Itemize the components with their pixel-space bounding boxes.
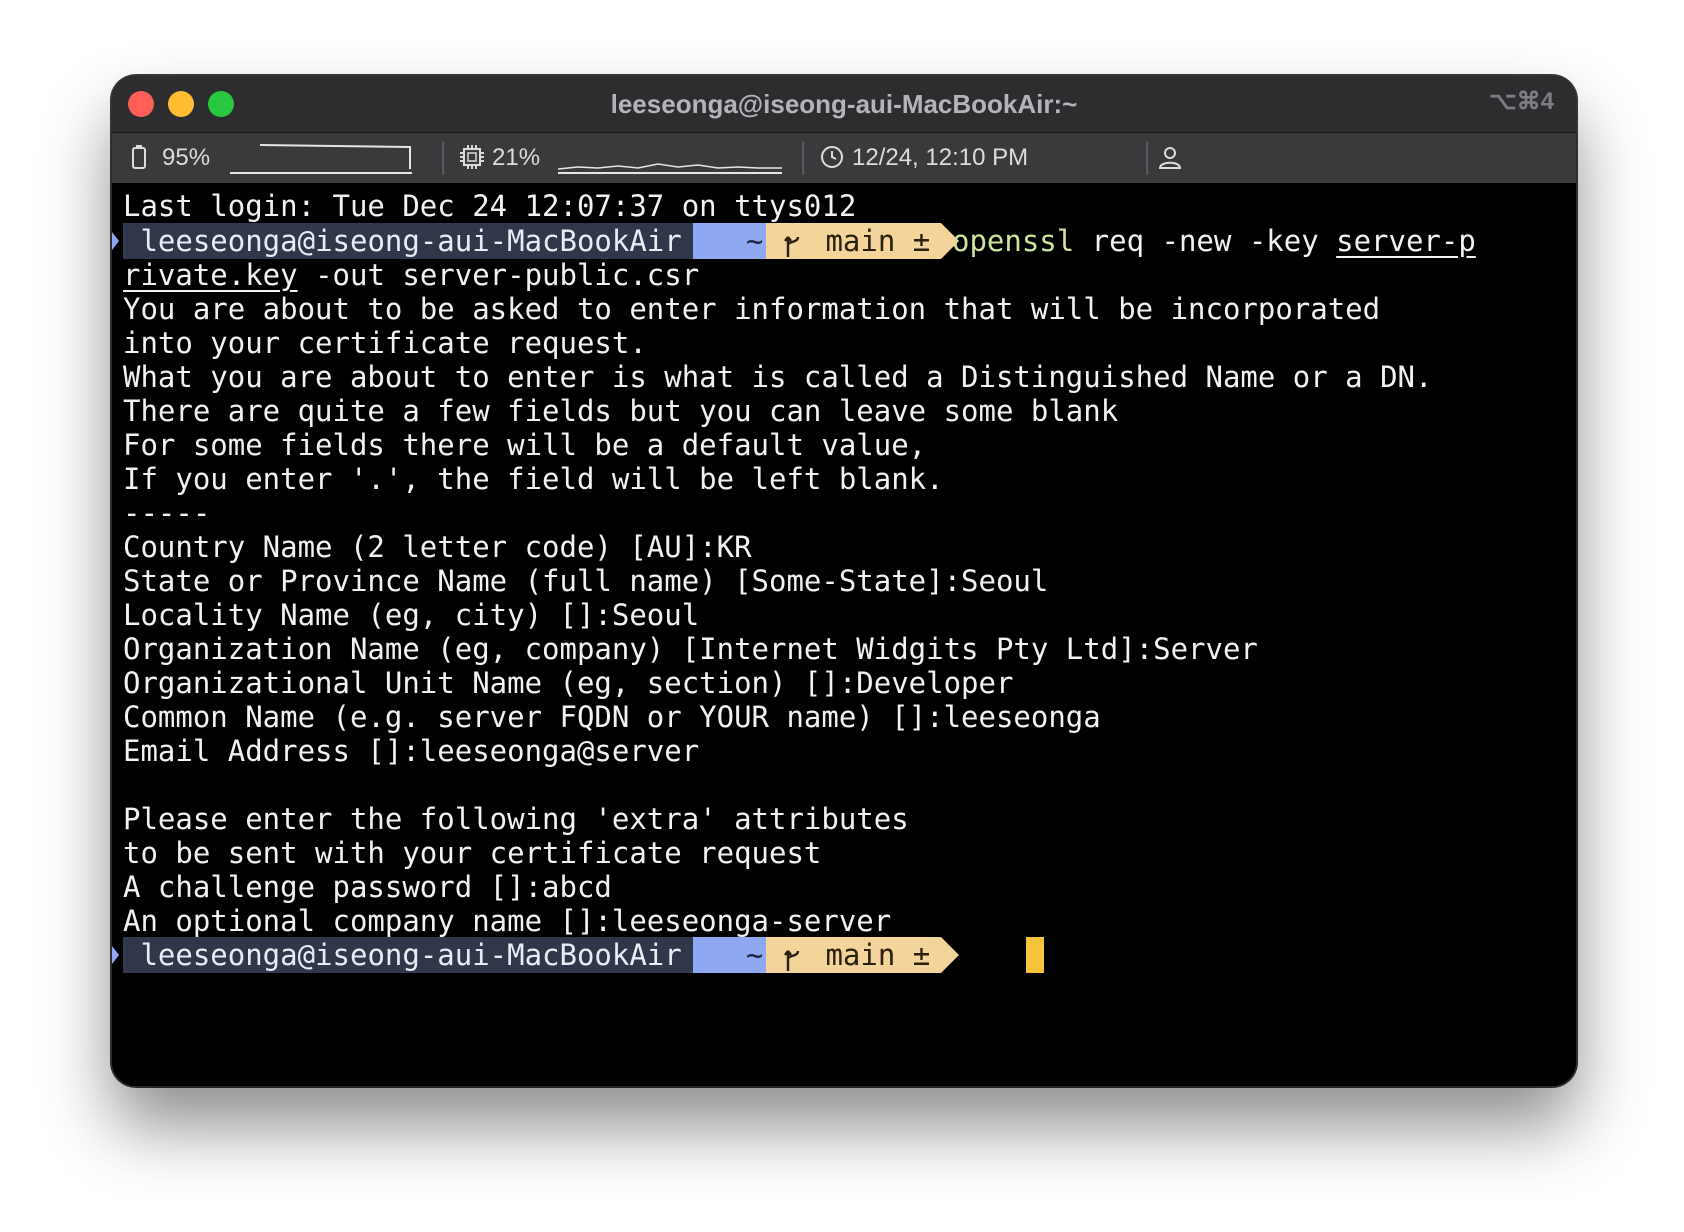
- cpu-icon: [460, 133, 484, 183]
- terminal-window: leeseonga@iseong-aui-MacBookAir:~ ⌥⌘4 95…: [112, 76, 1576, 1086]
- prompt-git: main ±: [766, 223, 941, 259]
- battery-icon: [132, 133, 146, 183]
- window-shortcut: ⌥⌘4: [1488, 88, 1554, 115]
- branch-icon: [784, 223, 808, 259]
- status-divider: [442, 141, 444, 175]
- prompt-marker-icon: [112, 232, 119, 250]
- command-key-file-cont: rivate.key: [123, 258, 298, 292]
- prompt-separator: [941, 937, 959, 973]
- battery-percent: 95%: [162, 144, 211, 171]
- command-key-file: server-p: [1336, 224, 1476, 258]
- output-line: -----: [123, 496, 211, 530]
- text-cursor: [1026, 937, 1044, 973]
- command-rest: -out server-public.csr: [297, 258, 700, 292]
- prompt-dir: ~: [693, 937, 766, 973]
- output-line: What you are about to enter is what is c…: [123, 360, 1433, 394]
- date-time: 12/24, 12:10 PM: [852, 144, 1029, 171]
- output-line: If you enter '.', the field will be left…: [123, 462, 944, 496]
- branch-icon: [784, 937, 808, 973]
- command-line-wrap: rivate.key -out server-public.csr: [123, 257, 699, 293]
- output-line: Organization Name (eg, company) [Interne…: [123, 632, 1258, 666]
- prompt-git: main ±: [766, 937, 941, 973]
- command-line: openssl req -new -key server-p: [952, 223, 1476, 259]
- clock-icon: [820, 133, 844, 183]
- output-line: Country Name (2 letter code) [AU]:KR: [123, 530, 752, 564]
- output-line: Please enter the following 'extra' attri…: [123, 802, 909, 836]
- status-divider: [1146, 141, 1148, 175]
- output-line: to be sent with your certificate request: [123, 836, 822, 870]
- status-bar: 95% 21% 12/24, 12:10 PM: [112, 133, 1576, 183]
- output-line: Locality Name (eg, city) []:Seoul: [123, 598, 700, 632]
- command-name: openssl: [952, 224, 1075, 258]
- user-icon[interactable]: [1158, 133, 1182, 183]
- output-line: Email Address []:leeseonga@server: [123, 734, 700, 768]
- battery-graph: [230, 144, 412, 174]
- cpu-percent: 21%: [492, 144, 541, 171]
- last-login-line: Last login: Tue Dec 24 12:07:37 on ttys0…: [123, 189, 857, 223]
- cpu-graph: [558, 163, 782, 174]
- output-line: State or Province Name (full name) [Some…: [123, 564, 1049, 598]
- output-line: For some fields there will be a default …: [123, 428, 927, 462]
- prompt-dir: ~: [693, 223, 766, 259]
- command-args: req -new -key: [1074, 224, 1337, 258]
- output-line: Common Name (e.g. server FQDN or YOUR na…: [123, 700, 1101, 734]
- output-line: There are quite a few fields but you can…: [123, 394, 1119, 428]
- title-bar: leeseonga@iseong-aui-MacBookAir:~ ⌥⌘4: [112, 76, 1576, 133]
- output-line: A challenge password []:abcd: [123, 870, 612, 904]
- window-title: leeseonga@iseong-aui-MacBookAir:~: [610, 89, 1078, 119]
- output-line: You are about to be asked to enter infor…: [123, 292, 1381, 326]
- output-line: into your certificate request.: [123, 326, 647, 360]
- status-divider: [802, 141, 804, 175]
- prompt-user-host: leeseonga@iseong-aui-MacBookAir: [123, 223, 693, 259]
- output-line: Organizational Unit Name (eg, section) […: [123, 666, 1014, 700]
- output-line: An optional company name []:leeseonga-se…: [123, 904, 892, 938]
- prompt-marker-icon: [112, 946, 119, 964]
- prompt-user-host: leeseonga@iseong-aui-MacBookAir: [123, 937, 693, 973]
- terminal-output[interactable]: Last login: Tue Dec 24 12:07:37 on ttys0…: [112, 184, 1576, 1086]
